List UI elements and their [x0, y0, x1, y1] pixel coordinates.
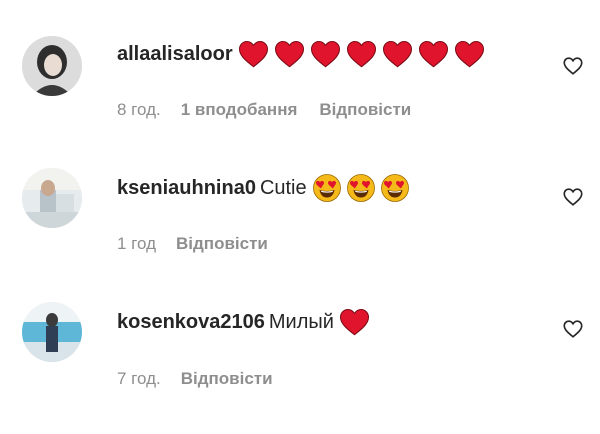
like-heart-icon[interactable] [562, 186, 584, 208]
comment-username[interactable]: kosenkova2106 [117, 309, 265, 335]
avatar[interactable] [22, 168, 82, 228]
emoji-row [311, 173, 413, 203]
reply-button[interactable]: Відповісти [181, 369, 273, 389]
avatar[interactable] [22, 302, 82, 362]
comment-text: Cutie [259, 177, 307, 199]
heart-eyes-emoji-icon [346, 174, 375, 202]
avatar-image [22, 302, 82, 362]
heart-eyes-emoji-icon [380, 174, 409, 202]
comment-item: kosenkova2106 Милый 7 год. Відповісти [0, 0, 600, 388]
comment-username[interactable]: kseniauhnina0 [117, 175, 256, 201]
heart-icon [339, 309, 369, 336]
like-heart-icon[interactable] [562, 318, 584, 340]
avatar-image [22, 168, 82, 228]
emoji-row [338, 308, 374, 336]
heart-eyes-emoji-icon [312, 174, 341, 202]
comment-timestamp[interactable]: 1 год [117, 234, 156, 254]
reply-button[interactable]: Відповісти [176, 234, 268, 254]
comment-text: Милый [268, 311, 334, 333]
comment-timestamp[interactable]: 7 год. [117, 369, 161, 389]
